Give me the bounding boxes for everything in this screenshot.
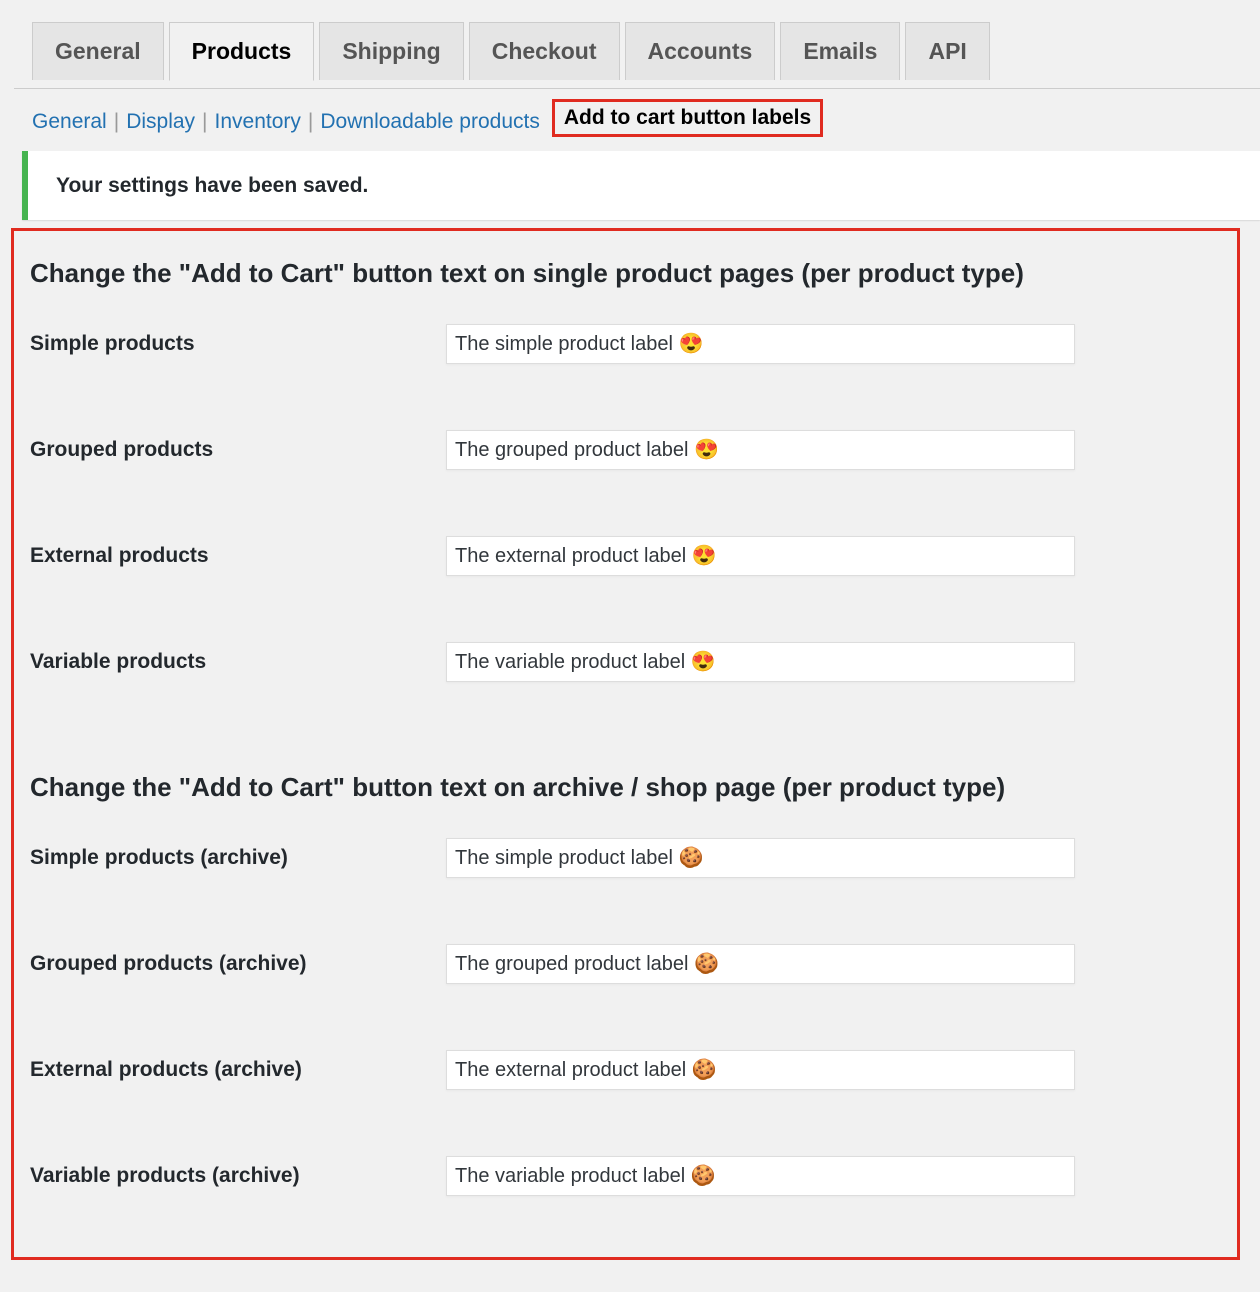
subnav-link-display[interactable]: Display xyxy=(126,110,195,133)
section-heading: Change the "Add to Cart" button text on … xyxy=(30,258,1024,288)
tab-shipping[interactable]: Shipping xyxy=(319,22,464,80)
subnav-current-highlight: Add to cart button labels xyxy=(551,99,824,137)
settings-row-label: Variable products xyxy=(30,649,207,673)
settings-row-label: Simple products (archive) xyxy=(30,845,288,869)
settings-row-label: Simple products xyxy=(30,331,195,355)
settings-row-label: External products (archive) xyxy=(30,1057,302,1081)
settings-row-field xyxy=(446,503,1237,609)
settings-row-field xyxy=(446,805,1237,911)
settings-row: Simple products (archive) xyxy=(14,805,1237,911)
settings-table: Simple products (archive) Grouped product… xyxy=(14,805,1237,1229)
subnav-separator: | xyxy=(202,110,208,133)
input-external-products-archive[interactable] xyxy=(446,1049,1075,1090)
settings-row: Grouped products (archive) xyxy=(14,911,1237,1017)
notice-message: Your settings have been saved. xyxy=(56,174,369,197)
input-grouped-products-archive[interactable] xyxy=(446,943,1075,984)
input-variable-products-archive[interactable] xyxy=(446,1155,1075,1196)
subnav-link-inventory[interactable]: Inventory xyxy=(215,110,301,133)
settings-row: Variable products (archive) xyxy=(14,1123,1237,1229)
settings-row-field xyxy=(446,911,1237,1017)
settings-row-field xyxy=(446,1017,1237,1123)
settings-subnav: General | Display | Inventory | Downloadable p… xyxy=(0,89,1260,137)
settings-row: Variable products xyxy=(14,609,1237,715)
input-simple-products[interactable] xyxy=(446,323,1075,364)
tab-products[interactable]: Products xyxy=(168,22,315,81)
input-external-products[interactable] xyxy=(446,535,1075,576)
settings-row: Grouped products xyxy=(14,397,1237,503)
settings-saved-notice: Your settings have been saved. xyxy=(22,151,1260,220)
settings-row: External products xyxy=(14,503,1237,609)
settings-row-label: Grouped products (archive) xyxy=(30,951,307,975)
settings-row: External products (archive) xyxy=(14,1017,1237,1123)
tab-api[interactable]: API xyxy=(905,22,990,80)
settings-row-field xyxy=(446,291,1237,397)
section-heading: Change the "Add to Cart" button text on … xyxy=(30,771,1006,802)
add-to-cart-labels-panel: Change the "Add to Cart" button text on … xyxy=(11,228,1240,1260)
settings-table: Simple products Grouped products External … xyxy=(14,291,1237,715)
settings-row-field xyxy=(446,397,1237,503)
settings-row-field xyxy=(446,609,1237,715)
input-grouped-products[interactable] xyxy=(446,429,1075,470)
subnav-separator: | xyxy=(307,110,314,133)
settings-row-label: Variable products (archive) xyxy=(30,1163,300,1187)
settings-row-field xyxy=(446,1123,1237,1229)
input-simple-products-archive[interactable] xyxy=(446,837,1075,878)
tab-general[interactable]: General xyxy=(32,22,164,80)
tab-checkout[interactable]: Checkout xyxy=(468,22,620,80)
tab-accounts[interactable]: Accounts xyxy=(624,22,776,80)
settings-tab-bar: General Products Shipping Checkout Accounts E… xyxy=(0,0,1260,89)
input-variable-products[interactable] xyxy=(446,641,1075,682)
subnav-link-downloadable-products[interactable]: Downloadable products xyxy=(320,110,539,133)
settings-row-label: Grouped products xyxy=(30,437,214,461)
settings-row: Simple products xyxy=(14,291,1237,397)
subnav-link-general[interactable]: General xyxy=(32,110,107,133)
subnav-separator: | xyxy=(113,110,120,133)
tab-emails[interactable]: Emails xyxy=(780,22,901,80)
settings-row-label: External products xyxy=(30,543,209,567)
subnav-link-add-to-cart-button-labels[interactable]: Add to cart button labels xyxy=(564,106,811,129)
